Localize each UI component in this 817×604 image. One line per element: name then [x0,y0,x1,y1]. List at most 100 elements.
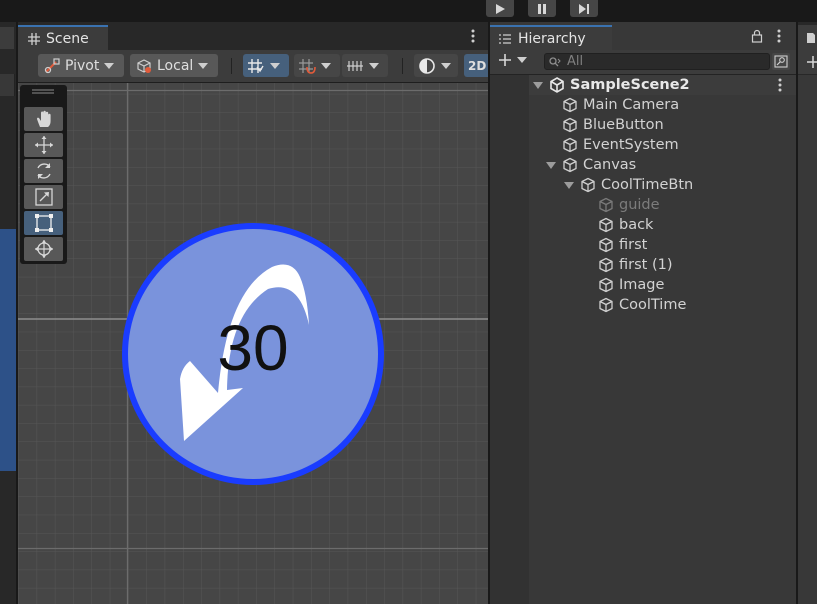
scene-tool-palette [20,85,67,264]
hierarchy-item-label: CoolTime [619,297,687,313]
hierarchy-search-input[interactable]: All [544,53,770,70]
hierarchy-item-label: guide [619,197,660,213]
chevron-down-icon [198,62,209,69]
expand-arrow-icon[interactable] [533,81,543,89]
hierarchy-window: Hierarchy All SampleScene2 Main Camera B… [490,22,796,604]
hierarchy-item[interactable]: CoolTimeBtn [529,175,796,195]
rotate-tool[interactable] [24,159,63,183]
scene-view-search-toggle[interactable] [772,53,790,70]
kebab-menu-icon[interactable] [470,28,476,44]
partial-toolbar [0,74,15,96]
hierarchy-item[interactable]: Main Camera [529,95,796,115]
hierarchy-item-label: EventSystem [583,137,679,153]
list-icon [499,33,511,44]
gameobject-cube-icon [599,237,613,253]
hierarchy-item-label: first [619,237,648,253]
cooltime-button-preview[interactable]: 30 [119,220,387,488]
create-dropdown[interactable] [498,53,527,67]
hierarchy-tab-label: Hierarchy [518,30,586,47]
grid-hash-icon [28,32,40,45]
tab-hierarchy[interactable]: Hierarchy [490,25,612,50]
gameobject-cube-icon [563,117,577,133]
hierarchy-item[interactable]: CoolTime [529,295,796,315]
gameobject-cube-icon [599,217,613,233]
toolbar-separator [402,58,403,74]
kebab-menu-icon[interactable] [776,28,782,44]
grid-snap-toggle[interactable] [243,54,289,77]
partial-panel-body [798,75,817,604]
draw-mode-dropdown[interactable] [414,54,458,77]
hierarchy-toolbar: All [490,50,796,75]
align-dropdown[interactable] [342,54,388,77]
hierarchy-scene-row[interactable]: SampleScene2 [529,75,796,95]
hierarchy-item-label: Main Camera [583,97,680,113]
expand-arrow-icon[interactable] [546,161,556,169]
hierarchy-item-label: first (1) [619,257,673,273]
pivot-dropdown[interactable]: Pivot [38,54,124,77]
right-partial-panel [798,22,817,604]
hierarchy-item[interactable]: Canvas [529,155,796,175]
hierarchy-item-label: Image [619,277,665,293]
chevron-down-icon [369,62,379,69]
hierarchy-item-label: CoolTimeBtn [601,177,694,193]
play-icon [496,3,505,14]
cooltime-countdown: 30 [217,312,289,384]
plus-icon[interactable] [807,56,817,68]
rotate-icon [36,163,51,179]
hand-tool[interactable] [24,107,63,131]
gameobject-cube-icon [599,297,613,313]
hierarchy-item[interactable]: BlueButton [529,115,796,135]
expand-arrow-icon[interactable] [564,181,574,189]
pivot-icon [44,57,60,73]
hierarchy-item-label: Canvas [583,157,637,173]
tab-scene[interactable]: Scene [18,25,108,50]
hierarchy-item[interactable]: Image [529,275,796,295]
hierarchy-item[interactable]: back [529,215,796,235]
hierarchy-item[interactable]: first [529,235,796,255]
rect-tool[interactable] [24,211,63,235]
hierarchy-item[interactable]: first (1) [529,255,796,275]
scale-tool[interactable] [24,185,63,209]
hierarchy-item[interactable]: EventSystem [529,135,796,155]
hierarchy-gutter [490,75,529,604]
2d-mode-toggle[interactable]: 2D [464,54,488,77]
chevron-down-icon [270,62,280,69]
local-space-icon [137,58,151,73]
pivot-label: Pivot [65,57,100,74]
gameobject-cube-icon [563,157,577,173]
play-toolbar [0,0,817,22]
gameobject-cube-icon [563,97,577,113]
scene-name: SampleScene2 [570,77,690,93]
unity-logo-icon [550,77,564,93]
search-scene-icon [774,55,788,68]
hierarchy-tree: SampleScene2 Main Camera BlueButton EventS… [490,75,796,604]
partial-toolbar [798,50,817,74]
hand-icon [36,110,51,127]
step-button[interactable] [570,0,598,17]
move-icon [34,136,53,154]
scene-viewport[interactable]: 30 [18,83,488,604]
rect-transform-icon [34,214,53,232]
scale-icon [34,188,53,206]
move-tool[interactable] [24,133,63,157]
search-placeholder: All [567,54,584,69]
play-button[interactable] [486,0,514,17]
hierarchy-item[interactable]: guide [529,195,796,215]
2d-mode-label: 2D [468,58,487,73]
gameobject-cube-icon [581,177,595,193]
pause-button[interactable] [528,0,556,17]
chevron-down-icon [104,62,115,69]
drag-handle-icon[interactable] [32,89,54,95]
kebab-menu-icon[interactable] [777,77,783,93]
local-dropdown[interactable]: Local [130,54,218,77]
document-icon [807,33,815,43]
partial-tab[interactable] [798,25,817,50]
gameobject-cube-icon [599,257,613,273]
increment-snap-toggle[interactable] [294,54,340,77]
lock-icon[interactable] [751,29,763,43]
ruler-align-icon [347,60,363,71]
left-partial-panel [0,22,16,604]
partial-tab[interactable] [0,27,14,49]
transform-tool[interactable] [24,237,63,261]
gameobject-cube-icon [599,197,613,213]
